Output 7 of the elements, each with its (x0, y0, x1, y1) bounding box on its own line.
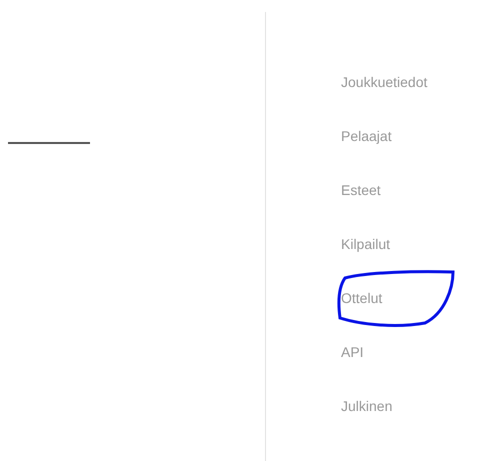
nav-link[interactable]: Esteet (341, 182, 381, 198)
nav-link[interactable]: API (341, 344, 364, 360)
nav-link[interactable]: Ottelut (341, 290, 382, 306)
nav-link[interactable]: Kilpailut (341, 236, 390, 252)
nav-link[interactable]: Pelaajat (341, 128, 392, 144)
nav-link[interactable]: Joukkuetiedot (341, 74, 428, 90)
nav-link[interactable]: Julkinen (341, 398, 392, 414)
